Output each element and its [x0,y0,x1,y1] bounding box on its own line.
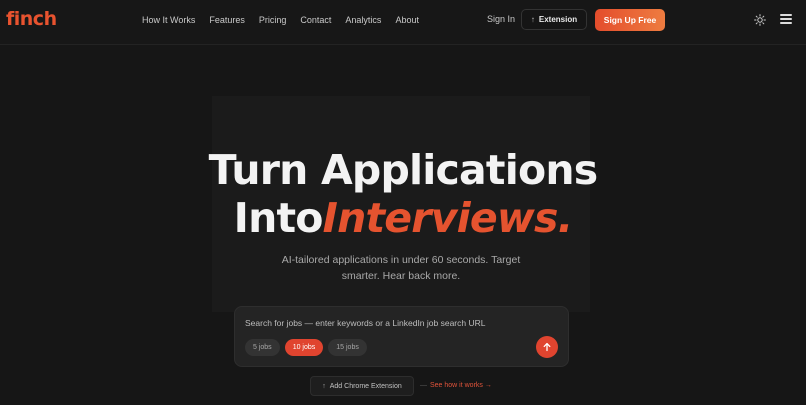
top-nav-bar: finch How It Works Features Pricing Cont… [0,0,806,45]
hero-title-plain: Into [233,194,324,242]
see-how-it-works-link[interactable]: — See how it works → [420,382,492,389]
hero-title-line1: Turn Applications [208,146,598,194]
add-chrome-extension-label: Add Chrome Extension [329,382,402,390]
job-search-input[interactable] [245,316,535,330]
chip-10-jobs[interactable]: 10 jobs [284,339,324,356]
divider-dash: — [420,382,427,389]
nav-about[interactable]: About [395,14,419,26]
arrow-up-icon: ↑ [530,15,535,24]
hero-title-accent: Interviews. [322,194,574,242]
nav-pricing[interactable]: Pricing [259,14,287,26]
chip-5-jobs[interactable]: 5 jobs [245,339,280,356]
job-search-panel: 5 jobs 10 jobs 15 jobs [234,306,569,367]
arrow-up-icon [543,342,551,352]
hero-title-line2: IntoInterviews. [0,194,806,242]
sign-up-label: Sign Up Free [603,15,657,25]
see-how-it-works-label: See how it works → [430,382,492,389]
add-chrome-extension-button[interactable]: ↑ Add Chrome Extension [310,376,414,396]
search-submit-button[interactable] [536,336,558,358]
sun-icon[interactable] [754,13,766,26]
nav-contact[interactable]: Contact [300,14,331,26]
extension-label: Extension [538,15,578,24]
extension-button[interactable]: ↑ Extension [521,9,587,30]
page: finch How It Works Features Pricing Cont… [0,0,806,405]
finch-logo[interactable]: finch [6,8,57,30]
job-count-chips: 5 jobs 10 jobs 15 jobs [245,339,367,356]
hamburger-menu-icon[interactable] [780,14,792,24]
hero-subtitle: AI-tailored applications in under 60 sec… [281,254,521,282]
main-nav: How It Works Features Pricing Contact An… [142,14,433,26]
chip-15-jobs[interactable]: 15 jobs [328,339,367,356]
sign-in-link[interactable]: Sign In [487,14,515,24]
nav-features[interactable]: Features [209,14,245,26]
arrow-up-icon: ↑ [322,382,326,390]
nav-analytics[interactable]: Analytics [345,14,381,26]
sign-up-button[interactable]: Sign Up Free [595,9,665,31]
nav-how-it-works[interactable]: How It Works [142,14,195,26]
